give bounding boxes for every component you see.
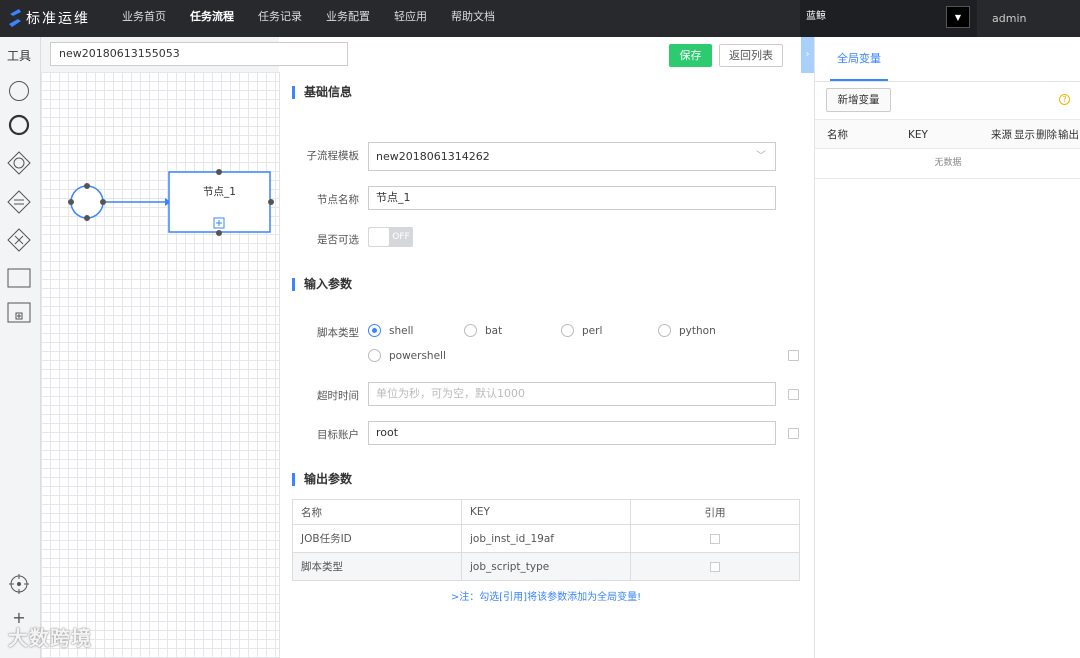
toolbox-panel: 工具 + [0, 37, 41, 658]
business-selector[interactable]: 蓝鲸 ▼ [800, 0, 977, 37]
toolbox-title: 工具 [7, 49, 32, 63]
toggle-state: OFF [392, 232, 410, 242]
empty-state: 无数据 [815, 149, 1080, 179]
tab-global-vars[interactable]: 全局变量 [830, 37, 888, 81]
row-key: job_script_type [461, 552, 631, 581]
template-value: new2018061314262 [376, 150, 490, 163]
help-icon[interactable]: ? [1059, 94, 1070, 105]
nav-item-apps[interactable]: 轻应用 [382, 0, 439, 37]
table-header: 名称 KEY 引用 [292, 499, 800, 525]
vars-table-header: 名称 KEY 来源 显示 删除 输出 [815, 119, 1080, 149]
global-vars-panel: 全局变量 新增变量 ? 名称 KEY 来源 显示 删除 输出 无数据 [814, 37, 1080, 658]
output-params-table: 名称 KEY 引用 JOB任务ID job_inst_id_19af 脚本类型 … [292, 499, 800, 581]
radio-perl[interactable]: perl [561, 324, 602, 337]
table-row: 脚本类型 job_script_type [292, 552, 800, 581]
toggle-knob [369, 228, 389, 246]
account-label: 目标账户 [317, 429, 359, 441]
nav-item-config[interactable]: 业务配置 [314, 0, 382, 37]
column-key: KEY [908, 129, 928, 141]
parallel-gateway-icon[interactable] [7, 151, 31, 175]
top-navbar: 标准运维 业务首页 任务流程 任务记录 业务配置 轻应用 帮助文档 蓝鲸 ▼ a… [0, 0, 1080, 37]
converge-gateway-icon[interactable] [7, 228, 31, 252]
start-node-icon[interactable] [7, 79, 31, 103]
column-name: 名称 [827, 129, 848, 141]
column-output: 输出 [1058, 129, 1079, 141]
nav-item-records[interactable]: 任务记录 [246, 0, 314, 37]
flow-diagram [68, 169, 274, 236]
section-title-input: 输入参数 [292, 278, 352, 291]
timeout-input[interactable]: 单位为秒，可为空，默认1000 [368, 382, 776, 406]
chevron-down-icon: ﹀ [756, 151, 766, 162]
column-key: KEY [461, 499, 631, 525]
ref-cell [630, 524, 800, 553]
optional-toggle[interactable]: OFF [368, 227, 413, 247]
collapse-panel-icon[interactable]: › [801, 37, 814, 73]
radio-bat[interactable]: bat [464, 324, 502, 337]
start-node [70, 185, 104, 219]
divider [815, 81, 1080, 82]
add-variable-button[interactable]: 新增变量 [826, 88, 891, 112]
section-title-output: 输出参数 [292, 473, 352, 486]
task-node-label[interactable]: 节点_1 [169, 184, 270, 199]
subprocess-node-icon[interactable] [7, 301, 31, 325]
app-title: 标准运维 [26, 11, 90, 27]
app-logo[interactable]: 标准运维 [6, 6, 90, 30]
account-input[interactable]: root [368, 421, 776, 445]
main-nav: 业务首页 任务流程 任务记录 业务配置 轻应用 帮助文档 [110, 0, 507, 37]
ref-checkbox[interactable] [710, 561, 720, 572]
logo-s-icon [9, 9, 21, 27]
hook-checkbox-account[interactable] [788, 428, 799, 439]
output-note: >注：勾选[引用]将该参数添加为全局变量! [450, 592, 642, 603]
hook-checkbox-script-type[interactable] [788, 350, 799, 361]
task-node-icon[interactable] [7, 266, 31, 290]
nav-item-flows[interactable]: 任务流程 [178, 0, 246, 37]
column-name: 名称 [292, 499, 462, 525]
caret-down-icon[interactable]: ▼ [946, 6, 970, 28]
script-type-label: 脚本类型 [317, 327, 359, 339]
radio-shell[interactable]: shell [368, 324, 413, 337]
business-name: 蓝鲸 [806, 11, 826, 22]
column-ref: 引用 [630, 499, 800, 525]
radio-powershell[interactable]: powershell [368, 349, 446, 362]
table-row: JOB任务ID job_inst_id_19af [292, 524, 800, 553]
column-delete: 删除 [1036, 129, 1057, 141]
node-name-input[interactable]: 节点_1 [368, 186, 776, 210]
flow-name-input[interactable]: new20180613155053 [50, 42, 348, 66]
save-button[interactable]: 保存 [669, 44, 712, 67]
ref-cell [630, 552, 800, 581]
column-show: 显示 [1014, 129, 1035, 141]
back-to-list-button[interactable]: 返回列表 [719, 44, 783, 67]
optional-label: 是否可选 [317, 234, 359, 246]
timeout-label: 超时时间 [317, 390, 359, 402]
column-source: 来源 [991, 129, 1012, 141]
end-node-icon[interactable] [7, 113, 31, 137]
row-name: JOB任务ID [292, 524, 462, 553]
template-label: 子流程模板 [306, 150, 360, 162]
template-select[interactable]: new2018061314262 ﹀ [368, 142, 776, 171]
nav-item-home[interactable]: 业务首页 [110, 0, 178, 37]
locate-icon[interactable] [7, 572, 31, 596]
nav-item-docs[interactable]: 帮助文档 [439, 0, 507, 37]
flow-canvas[interactable]: 节点_1 [41, 72, 279, 658]
watermark: 大数跨境 [8, 626, 92, 650]
hook-checkbox-timeout[interactable] [788, 389, 799, 400]
radio-python[interactable]: python [658, 324, 716, 337]
user-name[interactable]: admin [992, 0, 1026, 38]
ref-checkbox[interactable] [710, 533, 720, 544]
branch-gateway-icon[interactable] [7, 190, 31, 214]
node-name-label: 节点名称 [317, 194, 359, 206]
row-name: 脚本类型 [292, 552, 462, 581]
section-title-basic: 基础信息 [292, 86, 352, 99]
row-key: job_inst_id_19af [461, 524, 631, 553]
